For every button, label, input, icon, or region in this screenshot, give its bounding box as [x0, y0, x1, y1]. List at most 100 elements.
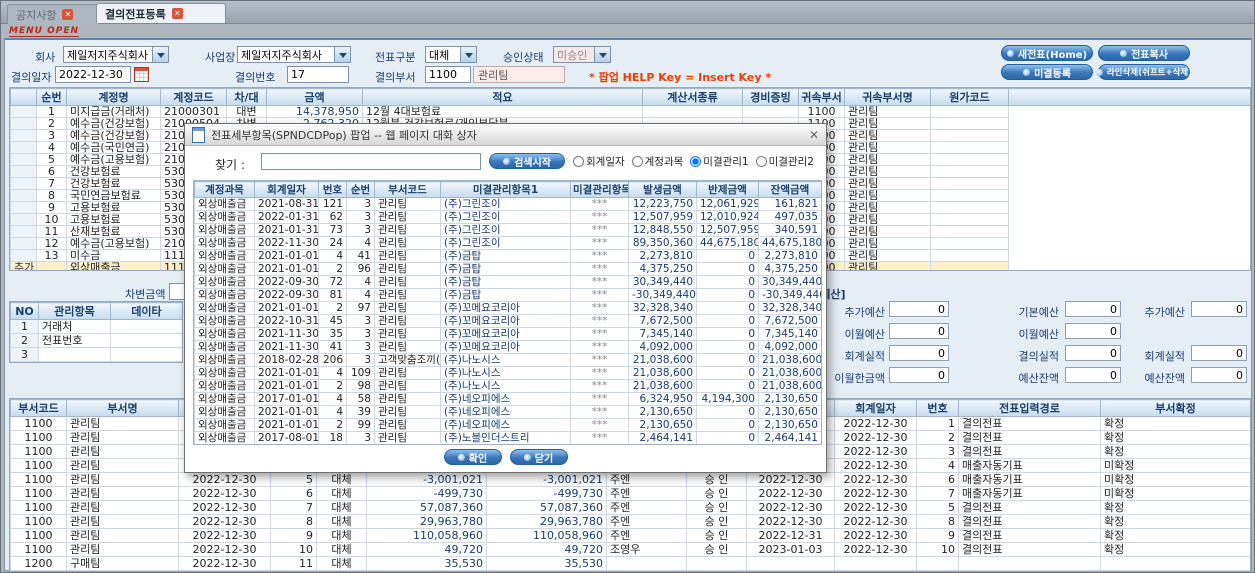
- cell[interactable]: 4,194,300: [696, 392, 759, 406]
- cell[interactable]: ***: [570, 275, 629, 289]
- table-row[interactable]: 1 미지급금(거래처) 21000301 대변 14,378,950 12월 4대보험료 1…: [10, 105, 1251, 118]
- cell[interactable]: 161,821: [758, 197, 821, 211]
- cell[interactable]: [10, 129, 37, 142]
- cell[interactable]: 49,720: [486, 542, 607, 557]
- calendar-icon[interactable]: [134, 67, 149, 82]
- cell[interactable]: 2022-12-30: [746, 472, 835, 487]
- cell[interactable]: 결의전표: [958, 528, 1101, 543]
- cell[interactable]: 2022-12-30: [746, 514, 835, 529]
- cell[interactable]: 관리팀: [844, 249, 931, 262]
- close-icon[interactable]: ✕: [809, 129, 819, 141]
- cell[interactable]: 4,092,000: [628, 340, 697, 354]
- budget-a-value-1[interactable]: [889, 323, 949, 339]
- cell[interactable]: 3: [346, 353, 375, 367]
- cell[interactable]: 2022-12-30: [834, 472, 917, 487]
- cell[interactable]: 206: [318, 353, 347, 367]
- cell[interactable]: 2022-12-30: [834, 444, 917, 459]
- cell[interactable]: 2021-01-31: [254, 223, 319, 237]
- cell[interactable]: 2022-12-30: [834, 486, 917, 501]
- cell[interactable]: 외상매출금: [194, 327, 255, 341]
- approval-state-select[interactable]: 미승인: [553, 46, 611, 63]
- table-row[interactable]: 외상매출금 2021-01-01 2 99 관리팀 (주)네오피에스 *** 2,130,65…: [194, 418, 821, 432]
- cell[interactable]: (주)금탑: [440, 262, 571, 276]
- cell[interactable]: 대체: [316, 556, 367, 571]
- cell[interactable]: 11: [36, 225, 67, 238]
- cell[interactable]: 3: [10, 347, 39, 362]
- cell[interactable]: 2022-12-30: [834, 500, 917, 515]
- cell[interactable]: 관리팀: [844, 225, 931, 238]
- cell[interactable]: 2022-09-30: [254, 288, 319, 302]
- search-start-button[interactable]: 검색시작: [489, 153, 565, 169]
- cell[interactable]: 11: [270, 556, 317, 571]
- cell[interactable]: 3: [346, 340, 375, 354]
- cell[interactable]: (주)꼬메요코리아: [440, 340, 571, 354]
- cell[interactable]: 외상매출금: [194, 418, 255, 432]
- cell[interactable]: 12월 4대보험료: [362, 105, 643, 118]
- cell[interactable]: 대체: [316, 528, 367, 543]
- dropdown-arrow-icon[interactable]: [334, 47, 350, 62]
- cell[interactable]: 고객맞춤조끼(JC: [374, 353, 441, 367]
- cell[interactable]: 45: [318, 314, 347, 328]
- cell[interactable]: 2: [318, 301, 347, 315]
- cell[interactable]: 1: [36, 105, 67, 118]
- cell[interactable]: 1200: [10, 556, 67, 571]
- cell[interactable]: 외상매출금: [194, 353, 255, 367]
- cell[interactable]: 6: [270, 486, 317, 501]
- cell[interactable]: 대체: [316, 486, 367, 501]
- cell[interactable]: 외상매출금: [66, 261, 161, 270]
- voucher-type-select[interactable]: 대체: [425, 46, 477, 63]
- cell[interactable]: [930, 177, 1009, 190]
- cell[interactable]: 10: [270, 542, 317, 557]
- table-row[interactable]: 1100 관리팀 2022-12-30 7 대체 57,087,360 57,087,360…: [10, 500, 1250, 515]
- cell[interactable]: 관리팀: [374, 405, 441, 419]
- cell[interactable]: 6: [916, 472, 959, 487]
- budget-b-value-1-0[interactable]: [1065, 323, 1121, 339]
- cell[interactable]: [930, 129, 1009, 142]
- cell[interactable]: 0: [696, 288, 759, 302]
- cell[interactable]: [1100, 556, 1250, 571]
- cell[interactable]: ***: [570, 379, 629, 393]
- cell[interactable]: 21,038,600: [758, 366, 821, 380]
- cell[interactable]: (주)나노시스: [440, 353, 571, 367]
- cell[interactable]: 1100: [10, 528, 67, 543]
- cell[interactable]: ***: [570, 431, 629, 444]
- cell[interactable]: 4: [346, 288, 375, 302]
- cell[interactable]: 외상매출금: [194, 275, 255, 289]
- tab-notice[interactable]: 공지사항 ✕: [7, 4, 99, 24]
- cell[interactable]: 9: [36, 201, 67, 214]
- budget-b-value-2-1[interactable]: [1191, 345, 1247, 361]
- cell[interactable]: 72: [318, 275, 347, 289]
- date-input[interactable]: [55, 66, 131, 83]
- cell[interactable]: 관리팀: [844, 261, 931, 270]
- cell[interactable]: [742, 105, 799, 118]
- cell[interactable]: 1100: [10, 444, 67, 459]
- table-row[interactable]: 1100 관리팀 2022-12-30 8 대체 29,963,780 29,963,780…: [10, 514, 1250, 529]
- cell[interactable]: 외상매출금: [194, 366, 255, 380]
- cell[interactable]: 30,349,440: [758, 275, 821, 289]
- cell[interactable]: 대체: [316, 542, 367, 557]
- cell[interactable]: 관리팀: [66, 416, 179, 431]
- cell[interactable]: 1100: [10, 430, 67, 445]
- cell[interactable]: 관리팀: [374, 301, 441, 315]
- table-row[interactable]: 외상매출금 2021-08-31 121 3 관리팀 (주)그린조이 *** 12,223,7…: [194, 197, 821, 211]
- cell[interactable]: 결의전표: [958, 430, 1101, 445]
- cell[interactable]: 관리팀: [66, 528, 179, 543]
- cell[interactable]: 1100: [798, 105, 845, 118]
- cell[interactable]: -30,349,440: [628, 288, 697, 302]
- cell[interactable]: 4: [346, 275, 375, 289]
- cell[interactable]: 57,087,360: [366, 500, 487, 515]
- cell[interactable]: 2021-01-01: [254, 379, 319, 393]
- cell[interactable]: 3: [916, 444, 959, 459]
- cell[interactable]: 0: [696, 353, 759, 367]
- cell[interactable]: [930, 141, 1009, 154]
- cell[interactable]: (주)그린조이: [440, 210, 571, 224]
- tab-close-icon[interactable]: ✕: [171, 8, 183, 19]
- cell[interactable]: 2021-01-01: [254, 405, 319, 419]
- cell[interactable]: 497,035: [758, 210, 821, 224]
- cell[interactable]: 1100: [10, 500, 67, 515]
- table-row[interactable]: 외상매출금 2021-01-01 4 41 관리팀 (주)금탑 *** 2,273,810 0 2…: [194, 249, 821, 263]
- cell[interactable]: 12,061,929: [696, 197, 759, 211]
- cell[interactable]: 2022-12-30: [178, 514, 271, 529]
- table-row[interactable]: 1 거래처: [10, 319, 182, 334]
- cell[interactable]: 0: [696, 431, 759, 444]
